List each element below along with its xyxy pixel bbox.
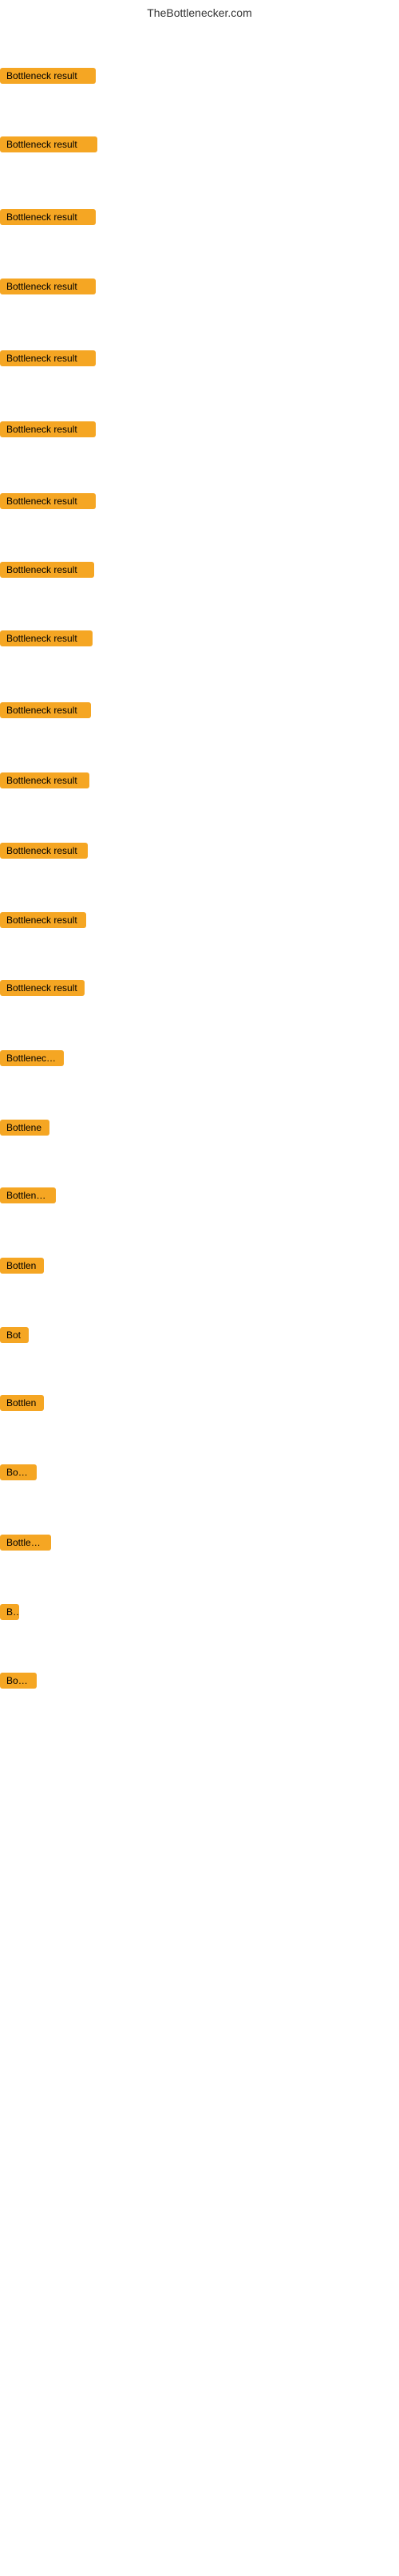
bottleneck-badge-row: Bottleneck result <box>0 702 91 722</box>
bottleneck-result-badge[interactable]: Bottle <box>0 1464 37 1480</box>
bottleneck-badge-row: Bottleneck result <box>0 209 96 229</box>
bottleneck-badge-row: Bottle <box>0 1673 37 1693</box>
bottleneck-result-badge[interactable]: Bottleneck result <box>0 68 96 84</box>
bottleneck-badge-row: Bottle <box>0 1464 37 1484</box>
bottleneck-result-badge[interactable]: Bottleneck result <box>0 350 96 366</box>
bottleneck-result-badge[interactable]: Bottle <box>0 1673 37 1689</box>
bottleneck-result-badge[interactable]: Bottlene <box>0 1120 49 1136</box>
bottleneck-badge-row: Bottlene <box>0 1120 49 1140</box>
bottleneck-result-badge[interactable]: Bot <box>0 1327 29 1343</box>
bottleneck-badge-row: Bottlen <box>0 1395 44 1415</box>
bottleneck-badge-row: Bottleneck result <box>0 630 93 650</box>
bottleneck-badge-row: Bottleneck result <box>0 279 96 298</box>
bottleneck-result-badge[interactable]: Bottlen <box>0 1395 44 1411</box>
bottleneck-badge-row: Bottleneck result <box>0 562 94 582</box>
bottleneck-result-badge[interactable]: Bottleneck result <box>0 421 96 437</box>
bottleneck-result-badge[interactable]: Bottleneck result <box>0 843 88 859</box>
bottleneck-result-badge[interactable]: Bo <box>0 1604 19 1620</box>
bottleneck-badge-row: Bottleneck result <box>0 68 96 88</box>
bottleneck-result-badge[interactable]: Bottleneck re <box>0 1050 64 1066</box>
bottleneck-badge-row: Bottlenec <box>0 1535 51 1555</box>
bottleneck-result-badge[interactable]: Bottleneck result <box>0 630 93 646</box>
bottleneck-badge-row: Bottlen <box>0 1258 44 1278</box>
bottleneck-result-badge[interactable]: Bottlen <box>0 1258 44 1274</box>
bottleneck-result-badge[interactable]: Bottleneck result <box>0 562 94 578</box>
bottleneck-result-badge[interactable]: Bottleneck result <box>0 136 97 152</box>
bottleneck-badge-row: Bo <box>0 1604 19 1624</box>
bottleneck-badge-row: Bottleneck result <box>0 912 86 932</box>
bottleneck-badge-row: Bottleneck result <box>0 980 85 1000</box>
bottleneck-result-badge[interactable]: Bottleneck result <box>0 702 91 718</box>
site-title: TheBottlenecker.com <box>0 0 399 22</box>
bottleneck-result-badge[interactable]: Bottleneck result <box>0 209 96 225</box>
bottleneck-badge-row: Bottleneck result <box>0 493 96 513</box>
bottleneck-result-badge[interactable]: Bottleneck result <box>0 772 89 788</box>
bottleneck-badge-row: Bottleneck result <box>0 136 97 156</box>
bottleneck-result-badge[interactable]: Bottleneck result <box>0 980 85 996</box>
bottleneck-result-badge[interactable]: Bottlenec <box>0 1535 51 1551</box>
bottleneck-badge-row: Bottleneck re <box>0 1050 64 1070</box>
bottleneck-badge-row: Bottleneck result <box>0 772 89 792</box>
bottleneck-result-badge[interactable]: Bottleneck result <box>0 279 96 294</box>
bottleneck-badge-row: Bottleneck result <box>0 843 88 863</box>
bottleneck-badge-row: Bottleneck r <box>0 1187 56 1207</box>
bottleneck-result-badge[interactable]: Bottleneck result <box>0 493 96 509</box>
bottleneck-badge-row: Bot <box>0 1327 29 1347</box>
bottleneck-result-badge[interactable]: Bottleneck r <box>0 1187 56 1203</box>
bottleneck-badge-row: Bottleneck result <box>0 421 96 441</box>
bottleneck-badge-row: Bottleneck result <box>0 350 96 370</box>
bottleneck-result-badge[interactable]: Bottleneck result <box>0 912 86 928</box>
